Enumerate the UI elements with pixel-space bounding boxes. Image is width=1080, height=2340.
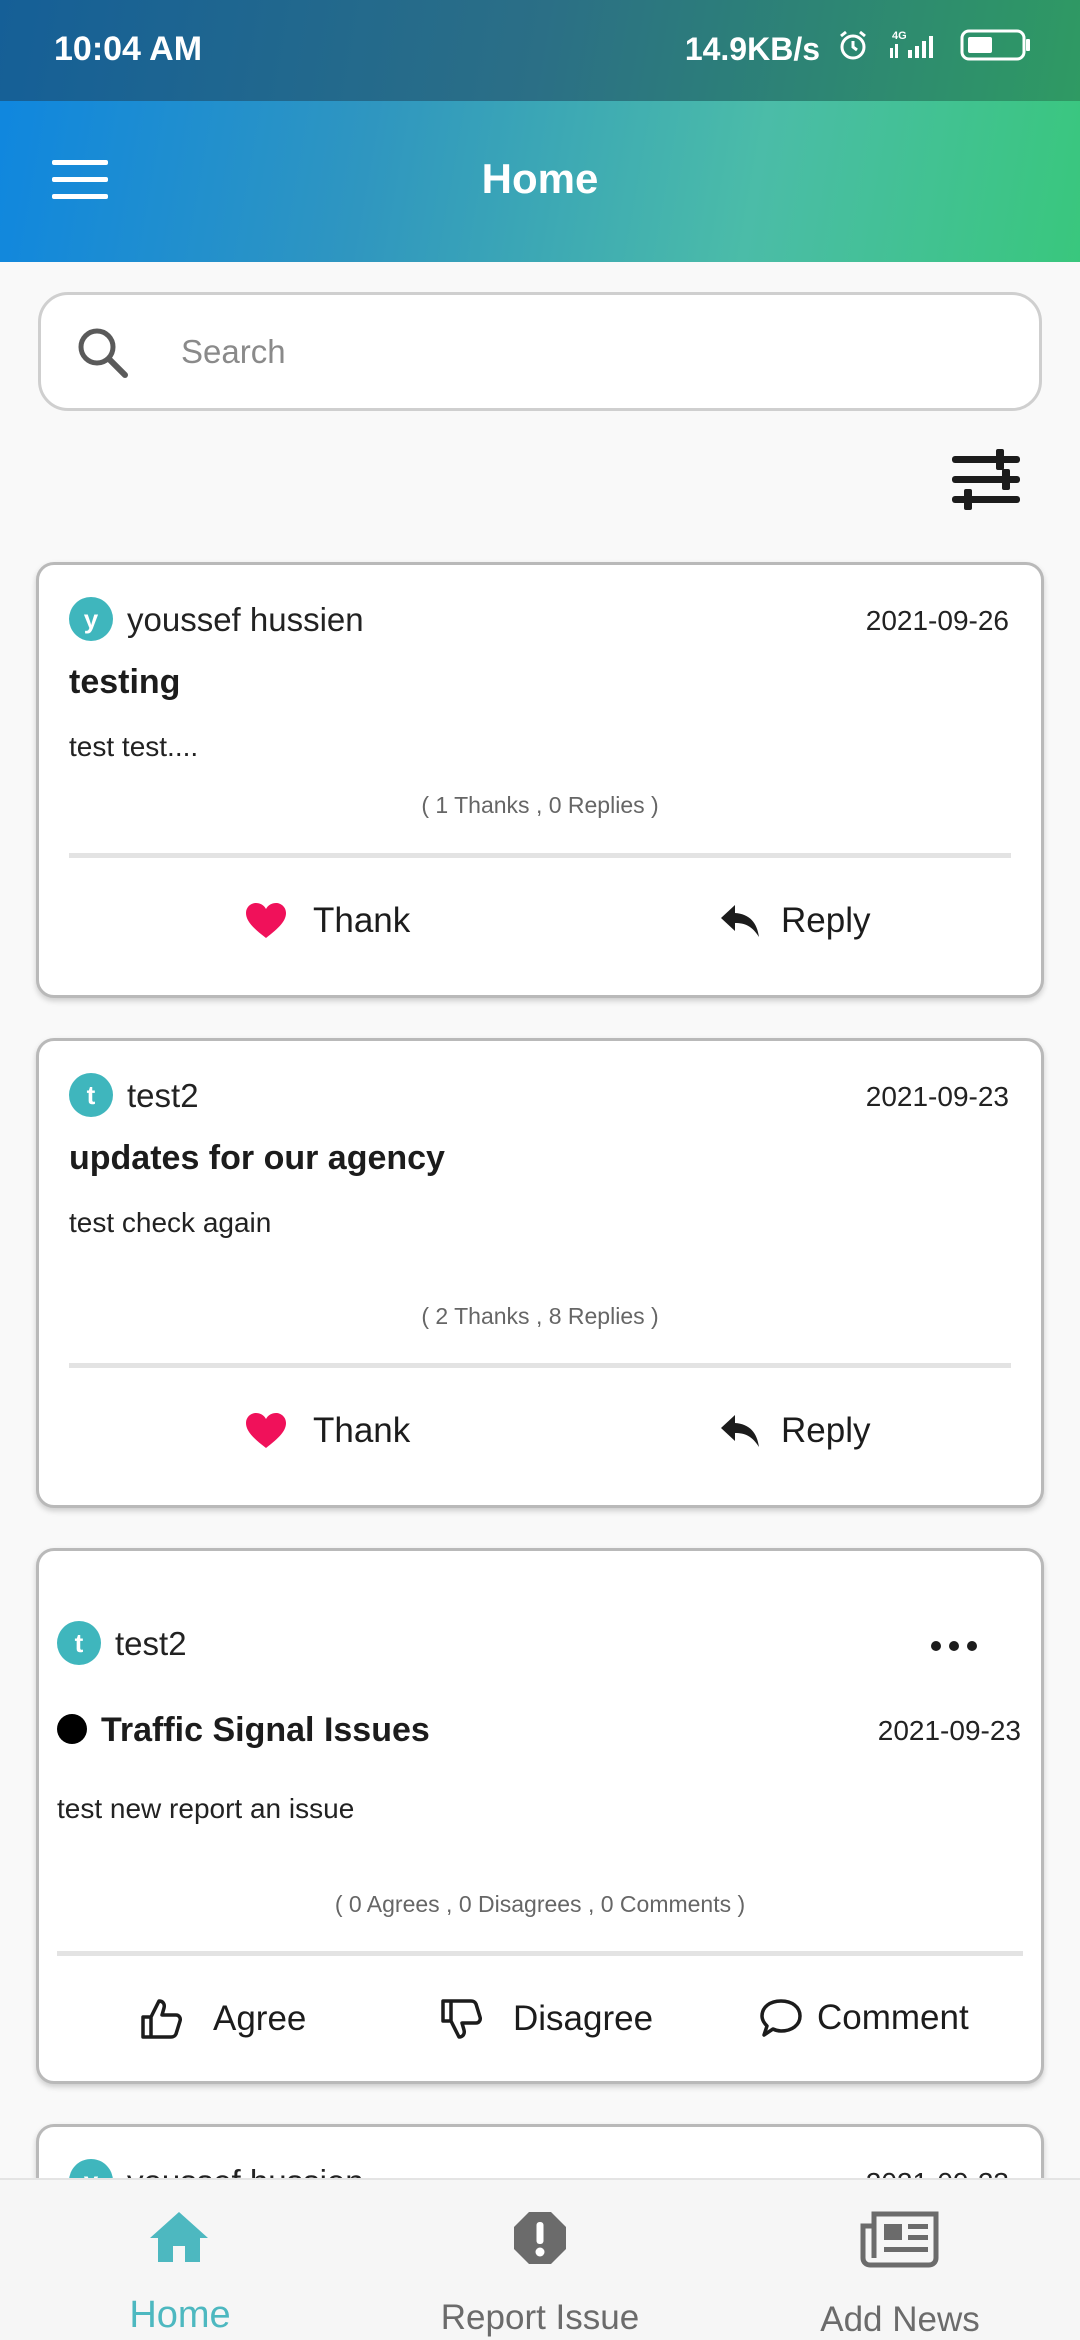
post-body: test check again	[69, 1207, 272, 1238]
filter-button[interactable]	[950, 448, 1022, 512]
thank-button[interactable]: Thank	[245, 901, 410, 941]
more-options-button[interactable]	[931, 1641, 977, 1651]
report-card[interactable]: t test2 Traffic Signal Issues 2021-09-23…	[36, 1548, 1044, 2084]
heart-icon	[246, 903, 286, 938]
network-type-label: 4G	[892, 30, 907, 42]
disagree-button[interactable]: Disagree	[439, 1997, 653, 2041]
post-body: test test....	[69, 731, 199, 762]
app-header: 10:04 AM 14.9KB/s 4G Home	[0, 0, 1080, 262]
category-dot	[57, 1714, 87, 1744]
status-bar: 10:04 AM 14.9KB/s 4G	[0, 0, 1080, 101]
comment-button[interactable]: Comment	[759, 1997, 969, 2039]
alarm-icon	[836, 28, 870, 70]
disagree-label: Disagree	[513, 1999, 654, 2038]
home-icon	[150, 2212, 208, 2262]
divider	[69, 1363, 1011, 1368]
reply-button[interactable]: Reply	[719, 1411, 870, 1451]
search-input[interactable]	[181, 317, 1001, 387]
reply-label: Reply	[781, 901, 871, 940]
signal-icon: 4G	[886, 28, 944, 70]
comment-label: Comment	[817, 1998, 969, 2037]
report-author: test2	[115, 1625, 187, 1662]
post-stats: ( 2 Thanks , 8 Replies )	[421, 1303, 659, 1329]
report-body: test new report an issue	[57, 1793, 355, 1824]
more-options-icon	[931, 1641, 941, 1651]
avatar: y	[69, 597, 113, 641]
agree-label: Agree	[213, 1999, 307, 2038]
sliders-icon	[952, 449, 1020, 510]
nav-home[interactable]: Home	[0, 2180, 360, 2340]
search-icon	[78, 328, 128, 378]
heart-icon	[246, 1413, 286, 1448]
nav-home-label: Home	[129, 2294, 231, 2336]
post-author: youssef hussien	[127, 601, 364, 638]
page-title: Home	[481, 155, 599, 202]
divider	[57, 1951, 1023, 1956]
thank-label: Thank	[313, 1411, 411, 1450]
report-stats: ( 0 Agrees , 0 Disagrees , 0 Comments )	[334, 1891, 746, 1917]
post-title: testing	[69, 663, 181, 701]
avatar: t	[69, 1073, 113, 1117]
battery-icon	[960, 28, 1032, 70]
bottom-nav: Home Report Issue Add News	[0, 2178, 1080, 2340]
reply-icon	[721, 1415, 759, 1447]
status-time: 10:04 AM	[54, 30, 203, 68]
search-bar[interactable]	[38, 292, 1042, 411]
post-card[interactable]: t test2 2021-09-23 updates for our agenc…	[36, 1038, 1044, 1508]
avatar: t	[57, 1621, 101, 1665]
reply-icon	[721, 905, 759, 937]
net-speed: 14.9KB/s	[684, 30, 820, 67]
nav-report-issue-label: Report Issue	[440, 2298, 640, 2337]
thumbs-up-icon	[141, 1999, 182, 2039]
thank-button[interactable]: Thank	[245, 1411, 410, 1451]
nav-report-issue[interactable]: Report Issue	[360, 2180, 720, 2340]
agree-button[interactable]: Agree	[139, 1997, 306, 2041]
post-card[interactable]: y youssef hussien 2021-09-26 testing tes…	[36, 562, 1044, 998]
report-date: 2021-09-23	[877, 1715, 1021, 1746]
newspaper-icon	[860, 2211, 939, 2268]
reply-button[interactable]: Reply	[719, 901, 870, 941]
report-title: Traffic Signal Issues	[57, 1711, 430, 1750]
comment-icon	[760, 1999, 802, 2037]
post-stats: ( 1 Thanks , 0 Replies )	[421, 792, 659, 818]
status-indicators: 14.9KB/s 4G	[685, 28, 1032, 70]
post-author: test2	[127, 1077, 199, 1114]
nav-add-news[interactable]: Add News	[720, 2180, 1080, 2340]
post-date: 2021-09-23	[865, 1081, 1009, 1112]
post-title: updates for our agency	[69, 1139, 445, 1177]
divider	[69, 853, 1011, 858]
reply-label: Reply	[781, 1411, 871, 1450]
post-date: 2021-09-26	[865, 605, 1009, 636]
alert-icon	[514, 2212, 566, 2264]
thumbs-down-icon	[441, 1999, 482, 2039]
thank-label: Thank	[313, 901, 411, 940]
nav-add-news-label: Add News	[820, 2300, 980, 2339]
